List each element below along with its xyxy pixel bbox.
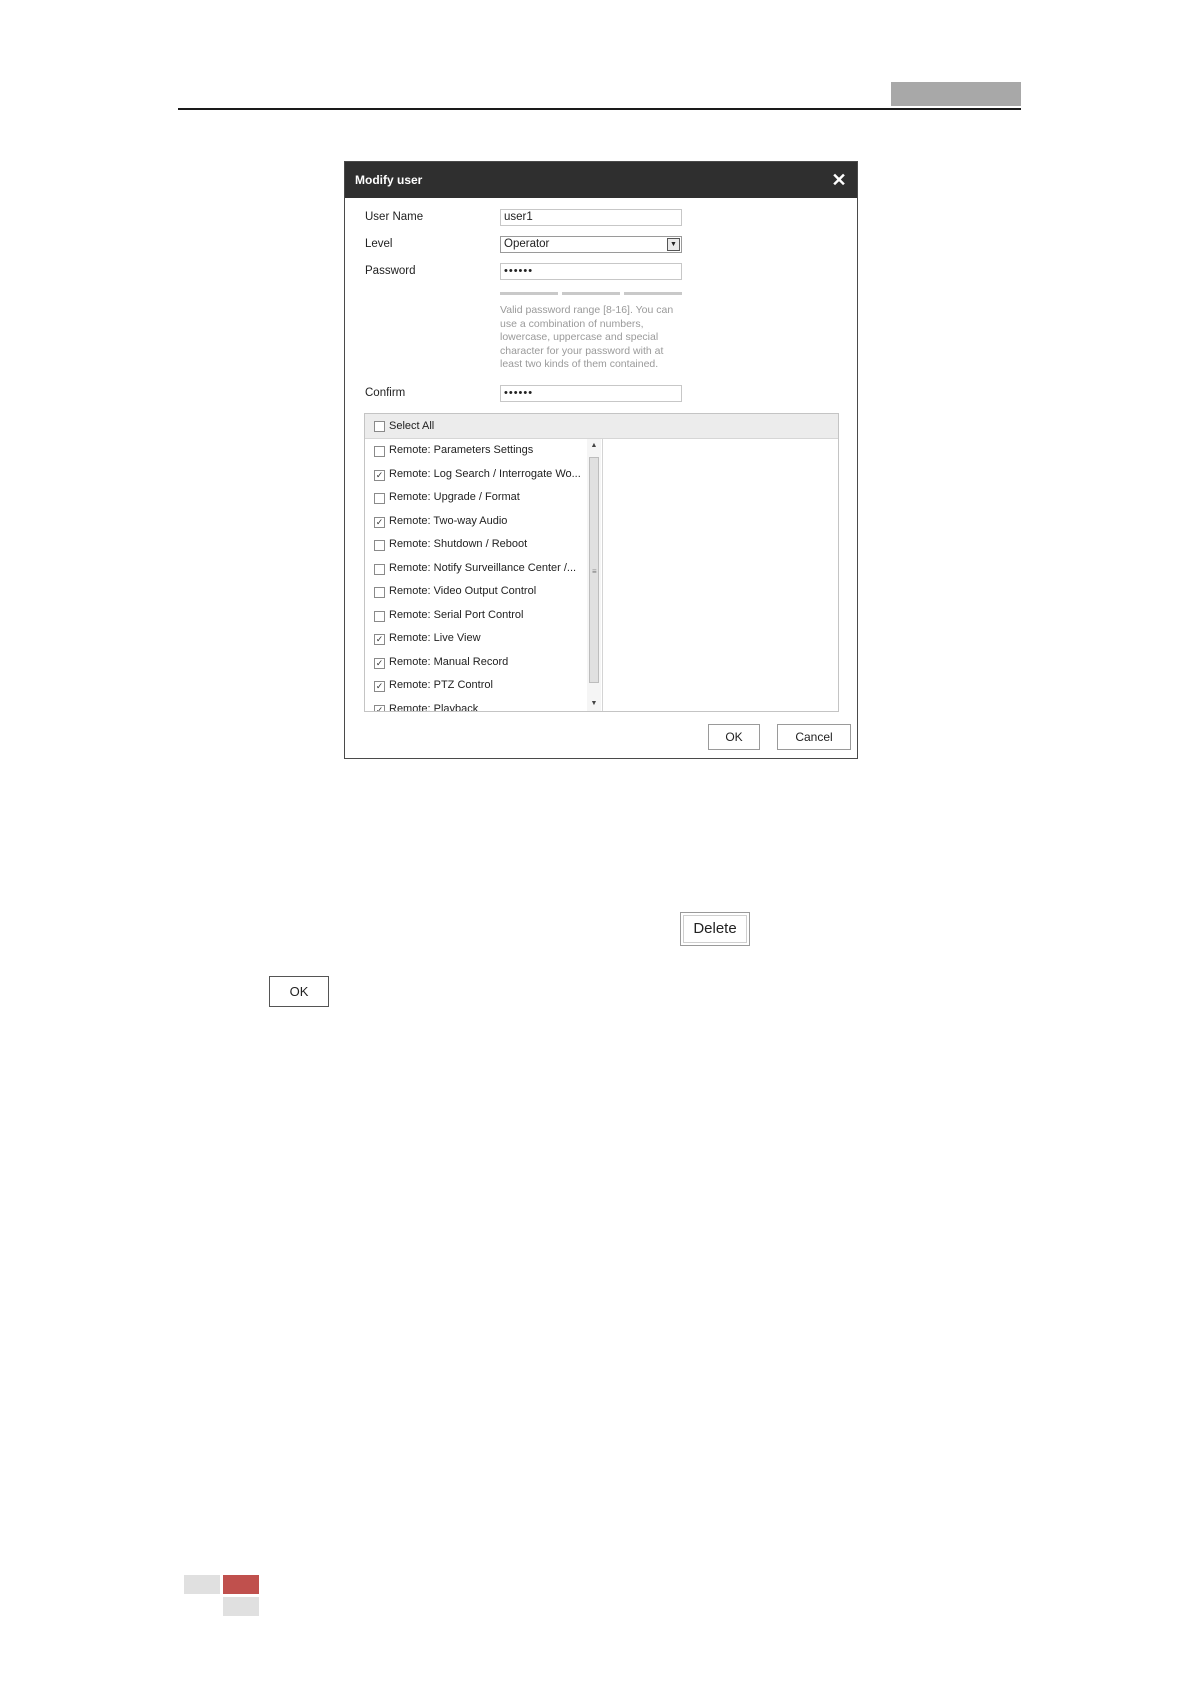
permission-row[interactable]: Remote: Serial Port Control (365, 605, 587, 627)
footer-block-red (223, 1575, 259, 1594)
modify-user-dialog: Modify user ✕ User Name user1 Level Oper… (344, 161, 858, 759)
permission-label: Remote: Live View (389, 632, 481, 644)
header-rule (178, 108, 1021, 110)
permission-row[interactable]: Remote: Log Search / Interrogate Wo... (365, 464, 587, 486)
permission-label: Remote: Manual Record (389, 655, 509, 668)
permission-label: Remote: Upgrade / Format (389, 491, 520, 503)
dialog-title-bar: Modify user ✕ (345, 162, 857, 198)
user-name-input[interactable]: user1 (500, 209, 682, 226)
password-strength-bar-medium (562, 292, 620, 295)
dialog-title: Modify user (355, 173, 423, 187)
permission-row[interactable]: Remote: PTZ Control (365, 675, 587, 697)
close-icon[interactable]: ✕ (829, 162, 849, 198)
password-hint: Valid password range [8-16]. You can use… (500, 304, 674, 371)
chevron-down-icon[interactable]: ▼ (667, 238, 680, 251)
permission-label: Remote: Shutdown / Reboot (389, 538, 528, 550)
permission-checkbox[interactable] (374, 610, 385, 622)
level-label: Level (365, 238, 393, 250)
permission-checkbox[interactable] (374, 657, 385, 669)
permission-label: Remote: Video Output Control (389, 585, 537, 597)
permission-label: Remote: Playback (389, 702, 479, 712)
user-name-label: User Name (365, 211, 424, 223)
scrollbar-thumb[interactable]: ≡ (589, 457, 599, 683)
permission-scrollbar[interactable]: ▲ ≡ ▼ (587, 439, 601, 711)
permission-checkbox[interactable] (374, 563, 385, 575)
permission-panel: Select All Remote: Parameters SettingsRe… (364, 413, 839, 712)
scroll-up-icon[interactable]: ▲ (587, 439, 601, 453)
confirm-label: Confirm (365, 387, 406, 399)
permission-label: Remote: Two-way Audio (389, 514, 508, 527)
permission-checkbox[interactable] (374, 681, 385, 692)
scroll-down-icon[interactable]: ▼ (587, 697, 601, 711)
select-all-row[interactable]: Select All (365, 414, 602, 439)
permission-list-pane: Select All Remote: Parameters SettingsRe… (365, 414, 603, 711)
permission-row[interactable]: Remote: Parameters Settings (365, 440, 587, 462)
permission-checkbox[interactable] (374, 587, 385, 598)
delete-button[interactable]: Delete (680, 912, 750, 946)
password-strength-bar-weak (500, 292, 558, 295)
select-all-label: Select All (389, 420, 435, 432)
permission-row[interactable]: Remote: Upgrade / Format (365, 487, 587, 509)
header-tab-block (891, 82, 1021, 106)
permission-label: Remote: Parameters Settings (389, 444, 534, 456)
permission-checkbox[interactable] (374, 704, 385, 711)
permission-row[interactable]: Remote: Video Output Control (365, 581, 587, 603)
level-select[interactable]: Operator ▼ (500, 236, 682, 253)
ok-button[interactable]: OK (708, 724, 760, 750)
cancel-button[interactable]: Cancel (777, 724, 851, 750)
permission-row[interactable]: Remote: Manual Record (365, 652, 587, 674)
permission-label: Remote: Serial Port Control (389, 608, 524, 621)
permission-checkbox[interactable] (374, 634, 385, 645)
confirm-input[interactable]: •••••• (500, 385, 682, 402)
permission-row[interactable]: Remote: Live View (365, 628, 587, 650)
permission-row[interactable]: Remote: Playback (365, 699, 587, 712)
permission-label: Remote: Notify Surveillance Center /... (389, 561, 577, 574)
password-label: Password (365, 265, 416, 277)
permission-label: Remote: Log Search / Interrogate Wo... (389, 467, 581, 480)
password-strength-bar-strong (624, 292, 682, 295)
permission-checkbox[interactable] (374, 540, 385, 551)
permission-checkbox[interactable] (374, 516, 385, 528)
footer-block-bottom (223, 1597, 259, 1616)
page-ok-button[interactable]: OK (269, 976, 329, 1007)
permission-checkbox[interactable] (374, 469, 385, 481)
permission-row[interactable]: Remote: Two-way Audio (365, 511, 587, 533)
footer-block-left (184, 1575, 220, 1594)
permission-checkbox[interactable] (374, 446, 385, 457)
level-select-value: Operator (504, 238, 550, 250)
password-input[interactable]: •••••• (500, 263, 682, 280)
permission-checkbox[interactable] (374, 493, 385, 504)
permission-label: Remote: PTZ Control (389, 679, 493, 691)
select-all-checkbox[interactable] (374, 421, 385, 432)
channel-pane-header (602, 414, 838, 439)
grip-icon: ≡ (592, 567, 597, 576)
permission-list: Remote: Parameters Settings Remote: Log S… (365, 439, 587, 711)
permission-row[interactable]: Remote: Shutdown / Reboot (365, 534, 587, 556)
permission-row[interactable]: Remote: Notify Surveillance Center /... (365, 558, 587, 580)
